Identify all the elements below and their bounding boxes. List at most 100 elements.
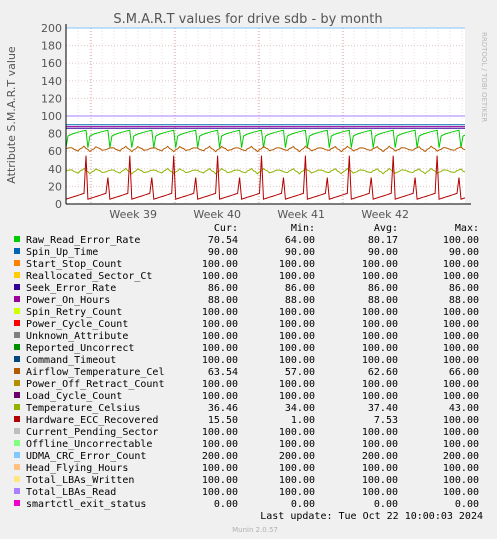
legend-swatch (14, 440, 20, 446)
legend-max-value: 90.00 (449, 247, 479, 258)
legend-cur-value: 90.00 (208, 247, 238, 258)
y-tick-label: 180 (41, 40, 62, 53)
legend-swatch (14, 308, 20, 314)
legend-series-name: Command_Timeout (26, 355, 116, 366)
legend-avg-value: 37.40 (368, 403, 398, 414)
legend-swatch (14, 260, 20, 266)
legend: Cur: Min: Avg: Max: Raw_Read_Error_Rate 70.54… (14, 223, 479, 510)
legend-swatch (14, 428, 20, 434)
legend-max-value: 88.00 (449, 295, 479, 306)
legend-max-value: 100.00 (443, 391, 479, 402)
legend-swatch (14, 416, 20, 422)
legend-min-value: 34.00 (285, 403, 315, 414)
legend-avg-value: 0.00 (374, 499, 398, 510)
legend-min-value: 100.00 (279, 271, 315, 282)
legend-swatch (14, 380, 20, 386)
legend-swatch (14, 248, 20, 254)
legend-max-value: 100.00 (443, 487, 479, 498)
y-tick-label: 140 (41, 75, 62, 88)
legend-cur-value: 63.54 (208, 367, 238, 378)
legend-avg-value: 100.00 (362, 463, 398, 474)
legend-series-name: Temperature_Celsius (26, 403, 140, 414)
legend-avg-value: 90.00 (368, 247, 398, 258)
legend-series-name: Start_Stop_Count (26, 259, 122, 270)
legend-min-value: 100.00 (279, 355, 315, 366)
legend-min-value: 90.00 (285, 247, 315, 258)
x-tick-label: Week 41 (277, 208, 325, 221)
legend-series-name: Power_On_Hours (26, 295, 110, 306)
legend-series-name: Load_Cycle_Count (26, 391, 122, 402)
legend-min-value: 100.00 (279, 475, 315, 486)
legend-series-name: Airflow_Temperature_Cel (26, 367, 164, 378)
legend-series-name: Current_Pending_Sector (26, 427, 158, 438)
y-tick-label: 120 (41, 92, 62, 105)
legend-min-value: 100.00 (279, 259, 315, 270)
legend-cur-value: 70.54 (208, 235, 238, 246)
legend-max-value: 100.00 (443, 439, 479, 450)
legend-avg-value: 7.53 (374, 415, 398, 426)
legend-max-value: 100.00 (443, 415, 479, 426)
legend-max-value: 66.00 (449, 367, 479, 378)
legend-series-name: Total_LBAs_Written (26, 475, 134, 486)
legend-swatch (14, 272, 20, 278)
legend-min-value: 100.00 (279, 391, 315, 402)
legend-swatch (14, 392, 20, 398)
legend-avg-value: 100.00 (362, 487, 398, 498)
chart-title: S.M.A.R.T values for drive sdb - by mont… (113, 12, 382, 27)
y-tick-label: 80 (48, 128, 62, 141)
legend-avg-value: 100.00 (362, 319, 398, 330)
legend-avg-value: 86.00 (368, 283, 398, 294)
legend-avg-value: 100.00 (362, 343, 398, 354)
legend-cur-value: 100.00 (202, 475, 238, 486)
legend-max-value: 100.00 (443, 427, 479, 438)
legend-header: Avg: (374, 223, 398, 234)
legend-max-value: 200.00 (443, 451, 479, 462)
legend-max-value: 100.00 (443, 271, 479, 282)
legend-avg-value: 100.00 (362, 331, 398, 342)
legend-cur-value: 100.00 (202, 259, 238, 270)
legend-avg-value: 88.00 (368, 295, 398, 306)
legend-avg-value: 100.00 (362, 307, 398, 318)
legend-max-value: 100.00 (443, 319, 479, 330)
legend-min-value: 100.00 (279, 343, 315, 354)
legend-min-value: 200.00 (279, 451, 315, 462)
y-tick-label: 40 (48, 163, 62, 176)
legend-series-name: UDMA_CRC_Error_Count (26, 451, 146, 462)
legend-series-name: Total_LBAs_Read (26, 487, 116, 498)
legend-min-value: 100.00 (279, 487, 315, 498)
legend-cur-value: 88.00 (208, 295, 238, 306)
legend-series-name: Raw_Read_Error_Rate (26, 235, 140, 246)
legend-series-name: Seek_Error_Rate (26, 283, 116, 294)
legend-cur-value: 86.00 (208, 283, 238, 294)
legend-max-value: 100.00 (443, 259, 479, 270)
legend-series-name: Hardware_ECC_Recovered (26, 415, 158, 426)
legend-avg-value: 100.00 (362, 259, 398, 270)
legend-max-value: 100.00 (443, 235, 479, 246)
x-tick-label: Week 42 (361, 208, 409, 221)
legend-cur-value: 100.00 (202, 463, 238, 474)
legend-min-value: 100.00 (279, 307, 315, 318)
legend-min-value: 100.00 (279, 379, 315, 390)
legend-min-value: 100.00 (279, 427, 315, 438)
legend-series-name: Power_Cycle_Count (26, 319, 128, 330)
legend-swatch (14, 476, 20, 482)
legend-cur-value: 100.00 (202, 331, 238, 342)
legend-swatch (14, 368, 20, 374)
legend-max-value: 100.00 (443, 343, 479, 354)
legend-cur-value: 0.00 (214, 499, 238, 510)
legend-series-name: Spin_Up_Time (26, 247, 98, 258)
legend-cur-value: 100.00 (202, 439, 238, 450)
legend-cur-value: 36.46 (208, 403, 238, 414)
legend-series-name: Reported_Uncorrect (26, 343, 134, 354)
y-axis-label: Attribute S.M.A.R.T value (5, 46, 18, 184)
legend-cur-value: 100.00 (202, 355, 238, 366)
legend-avg-value: 62.60 (368, 367, 398, 378)
legend-swatch (14, 464, 20, 470)
legend-min-value: 100.00 (279, 331, 315, 342)
legend-series-name: Reallocated_Sector_Ct (26, 271, 152, 282)
legend-cur-value: 100.00 (202, 343, 238, 354)
legend-avg-value: 100.00 (362, 391, 398, 402)
legend-avg-value: 100.00 (362, 271, 398, 282)
legend-cur-value: 100.00 (202, 427, 238, 438)
legend-swatch (14, 296, 20, 302)
